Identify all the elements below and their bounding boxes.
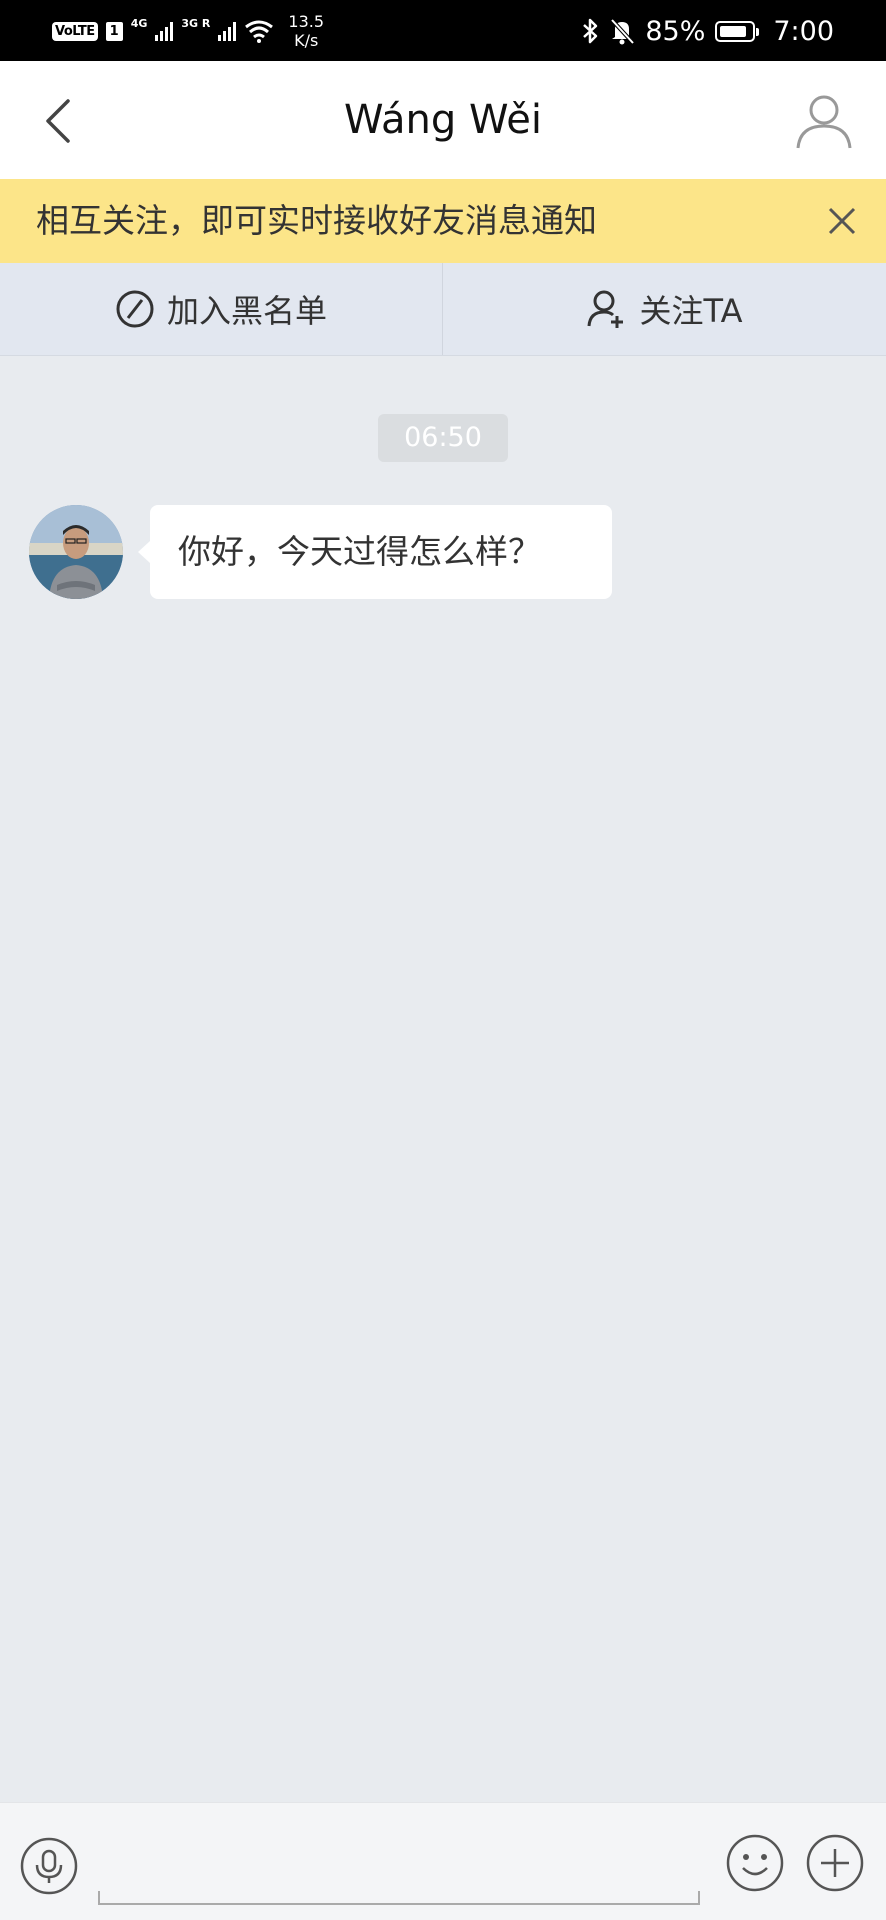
status-bar: VoLTE 1 4G 3G R 13.5 K/s 85% 7:00 (0, 0, 886, 61)
follow-label: 关注TA (639, 292, 743, 330)
follow-notice-banner: 相互关注，即可实时接收好友消息通知 (0, 179, 886, 263)
emoji-button[interactable] (726, 1834, 784, 1892)
notice-text: 相互关注，即可实时接收好友消息通知 (36, 201, 597, 240)
sim-badge: 1 (105, 21, 123, 41)
network-speed-value: 13.5 (288, 12, 325, 31)
message-text: 你好，今天过得怎么样？ (178, 532, 541, 571)
battery-icon (715, 20, 760, 42)
add-user-icon (587, 290, 623, 328)
follow-button[interactable]: 关注TA (443, 263, 885, 355)
message-bubble[interactable]: 你好，今天过得怎么样？ (138, 505, 612, 599)
profile-button[interactable] (792, 88, 856, 152)
status-right: 85% 7:00 (581, 10, 834, 52)
plus-icon (806, 1834, 864, 1892)
more-button[interactable] (806, 1834, 864, 1892)
bell-muted-icon (610, 18, 635, 45)
notice-close-button[interactable] (818, 197, 866, 245)
volte-badge: VoLTE (52, 21, 98, 41)
signal-icon (155, 21, 174, 41)
battery-percent: 85% (645, 15, 706, 47)
block-icon (116, 290, 154, 328)
network-type-label: 4G (130, 16, 148, 30)
bluetooth-icon (583, 18, 598, 44)
message-timestamp: 06:50 (378, 414, 508, 462)
wifi-icon (245, 20, 274, 43)
status-left: VoLTE 1 4G 3G R 13.5 K/s (52, 10, 324, 52)
microphone-icon (20, 1837, 78, 1895)
voice-button[interactable] (20, 1837, 78, 1895)
smiley-icon (726, 1834, 784, 1892)
action-bar: 加入黑名单 关注TA (0, 263, 886, 356)
clock: 7:00 (773, 15, 834, 47)
input-bar (0, 1802, 886, 1920)
message-input-underline (98, 1891, 700, 1905)
page-title: Wáng Wěi (344, 97, 542, 143)
user-icon (796, 95, 852, 149)
network-type-label-2: 3G R (181, 16, 211, 30)
network-speed-unit: K/s (294, 31, 319, 50)
blacklist-button[interactable]: 加入黑名单 (0, 263, 442, 355)
avatar-photo (29, 505, 123, 599)
avatar[interactable] (29, 505, 123, 599)
signal-icon-2 (218, 21, 237, 41)
chat-header: Wáng Wěi (0, 61, 886, 179)
network-speed: 13.5 K/s (288, 12, 324, 50)
close-icon (828, 207, 856, 235)
blacklist-label: 加入黑名单 (166, 292, 327, 330)
